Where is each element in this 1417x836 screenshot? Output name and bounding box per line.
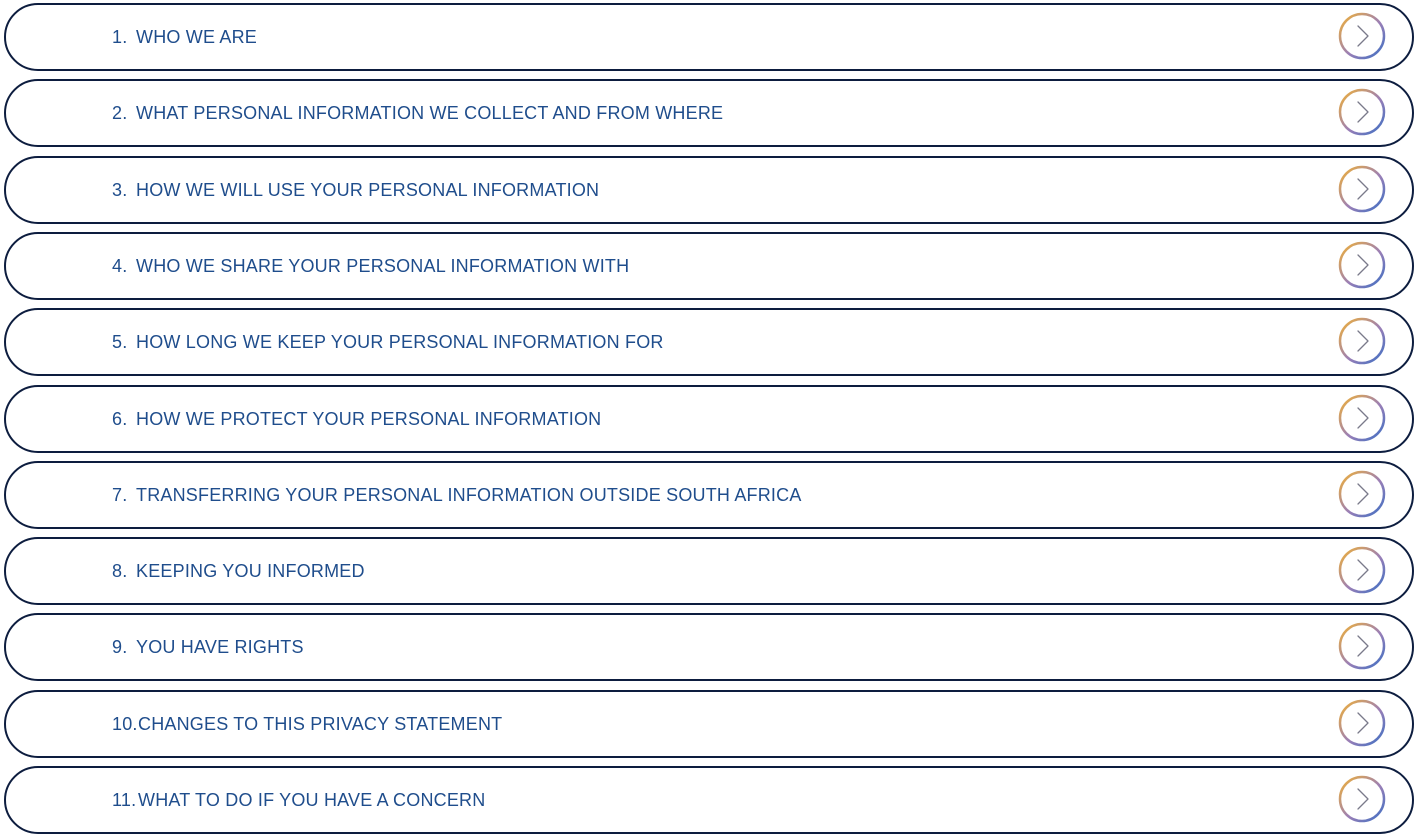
- section-number: 11.: [112, 789, 137, 810]
- expand-section-button[interactable]: [1338, 775, 1386, 823]
- expand-section-button[interactable]: [1338, 622, 1386, 670]
- chevron-right-icon: [1338, 622, 1386, 670]
- expand-section-button[interactable]: [1338, 317, 1386, 365]
- section-row-3[interactable]: 3. HOW WE WILL USE YOUR PERSONAL INFORMAT…: [4, 156, 1414, 224]
- section-row-10[interactable]: 10. CHANGES TO THIS PRIVACY STATEMENT: [4, 690, 1414, 758]
- chevron-right-icon: [1338, 88, 1386, 136]
- section-title: HOW LONG WE KEEP YOUR PERSONAL INFORMATI…: [136, 331, 664, 352]
- section-number: 2.: [112, 102, 128, 123]
- expand-section-button[interactable]: [1338, 470, 1386, 518]
- section-title: WHAT PERSONAL INFORMATION WE COLLECT AND…: [136, 102, 724, 123]
- section-title: TRANSFERRING YOUR PERSONAL INFORMATION O…: [136, 484, 802, 505]
- section-row-2[interactable]: 2. WHAT PERSONAL INFORMATION WE COLLECT A…: [4, 79, 1414, 147]
- chevron-right-icon: [1338, 546, 1386, 594]
- section-number: 10.: [112, 713, 138, 734]
- expand-section-button[interactable]: [1338, 88, 1386, 136]
- chevron-right-icon: [1338, 12, 1386, 60]
- section-number: 6.: [112, 408, 128, 429]
- section-title: HOW WE WILL USE YOUR PERSONAL INFORMATIO…: [136, 179, 600, 200]
- section-title: CHANGES TO THIS PRIVACY STATEMENT: [138, 713, 503, 734]
- section-row-5[interactable]: 5. HOW LONG WE KEEP YOUR PERSONAL INFORMA…: [4, 308, 1414, 376]
- section-title: HOW WE PROTECT YOUR PERSONAL INFORMATION: [136, 408, 602, 429]
- section-number: 5.: [112, 331, 128, 352]
- section-title: WHO WE ARE: [136, 26, 258, 47]
- section-number: 9.: [112, 636, 128, 657]
- chevron-right-icon: [1338, 699, 1386, 747]
- section-number: 1.: [112, 26, 128, 47]
- chevron-right-icon: [1338, 165, 1386, 213]
- section-number: 7.: [112, 484, 128, 505]
- section-title: KEEPING YOU INFORMED: [136, 560, 365, 581]
- chevron-right-icon: [1338, 394, 1386, 442]
- section-row-1[interactable]: 1. WHO WE ARE: [4, 3, 1414, 71]
- section-number: 3.: [112, 179, 128, 200]
- section-title: WHAT TO DO IF YOU HAVE A CONCERN: [138, 789, 486, 810]
- section-row-6[interactable]: 6. HOW WE PROTECT YOUR PERSONAL INFORMATI…: [4, 385, 1414, 453]
- section-row-11[interactable]: 11. WHAT TO DO IF YOU HAVE A CONCERN: [4, 766, 1414, 834]
- expand-section-button[interactable]: [1338, 12, 1386, 60]
- chevron-right-icon: [1338, 470, 1386, 518]
- expand-section-button[interactable]: [1338, 394, 1386, 442]
- expand-section-button[interactable]: [1338, 165, 1386, 213]
- section-row-8[interactable]: 8. KEEPING YOU INFORMED: [4, 537, 1414, 605]
- section-title: WHO WE SHARE YOUR PERSONAL INFORMATION W…: [136, 255, 630, 276]
- section-title: YOU HAVE RIGHTS: [136, 636, 304, 657]
- section-row-7[interactable]: 7. TRANSFERRING YOUR PERSONAL INFORMATION…: [4, 461, 1414, 529]
- expand-section-button[interactable]: [1338, 241, 1386, 289]
- chevron-right-icon: [1338, 241, 1386, 289]
- section-row-4[interactable]: 4. WHO WE SHARE YOUR PERSONAL INFORMATION…: [4, 232, 1414, 300]
- expand-section-button[interactable]: [1338, 699, 1386, 747]
- section-row-9[interactable]: 9. YOU HAVE RIGHTS: [4, 613, 1414, 681]
- expand-section-button[interactable]: [1338, 546, 1386, 594]
- chevron-right-icon: [1338, 775, 1386, 823]
- section-number: 4.: [112, 255, 128, 276]
- privacy-sections-list: 1. WHO WE ARE 2. WHAT PERSONAL INFORMATION …: [0, 0, 1417, 836]
- section-number: 8.: [112, 560, 128, 581]
- chevron-right-icon: [1338, 317, 1386, 365]
